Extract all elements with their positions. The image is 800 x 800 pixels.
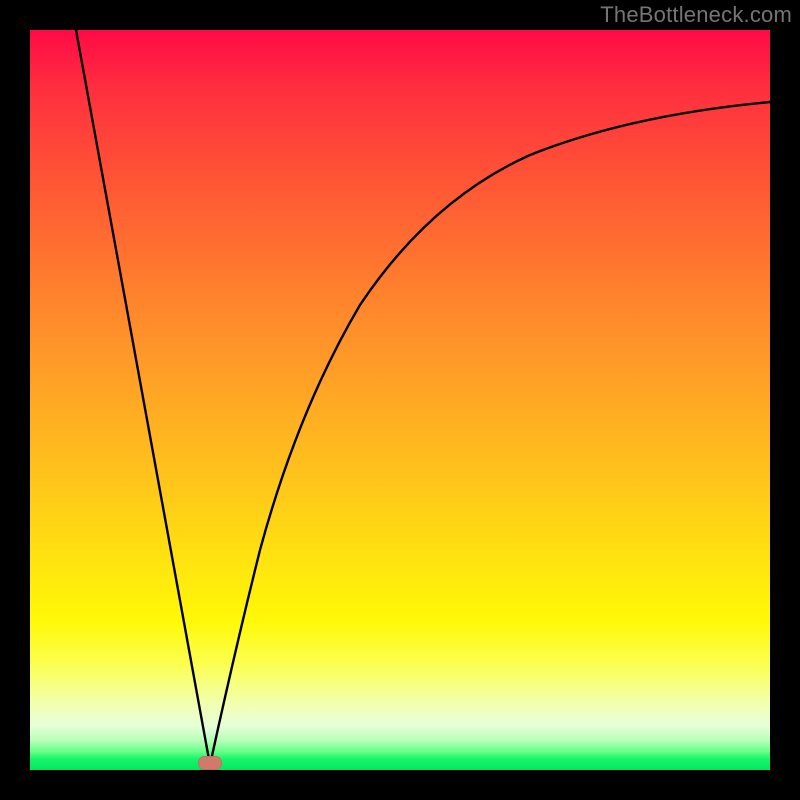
- bottleneck-curve: [30, 30, 770, 770]
- plot-area: [30, 30, 770, 770]
- bottleneck-minimum-marker: [198, 756, 222, 770]
- chart-frame: TheBottleneck.com: [0, 0, 800, 800]
- attribution-text: TheBottleneck.com: [600, 2, 792, 28]
- curve-left-segment: [76, 30, 210, 765]
- curve-right-segment: [210, 102, 770, 765]
